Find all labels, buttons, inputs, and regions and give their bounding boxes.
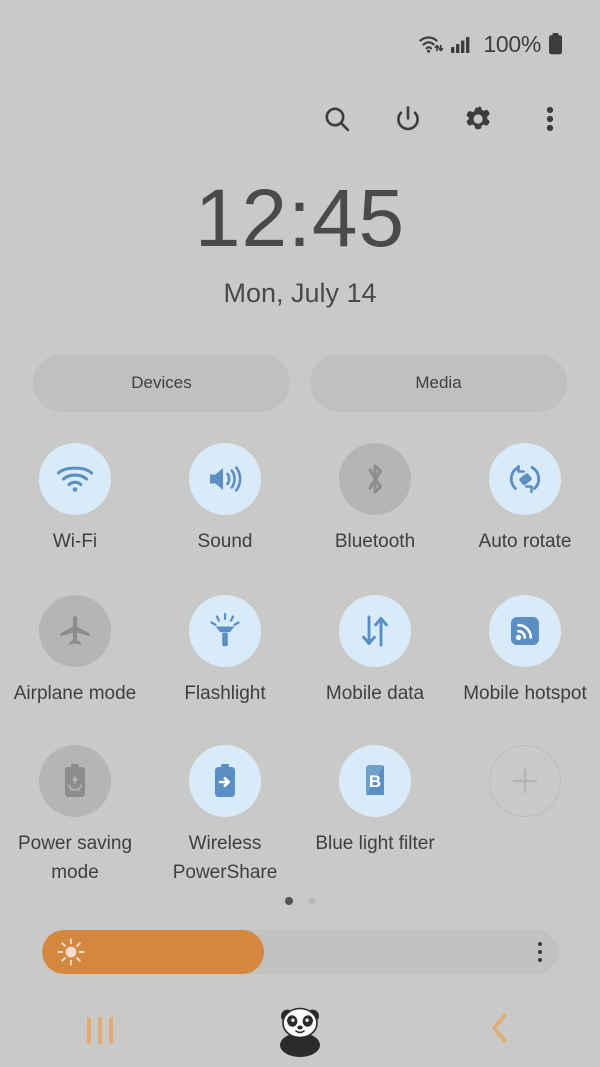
power-icon[interactable] <box>391 102 425 136</box>
toggle-wireless-powershare[interactable]: Wireless PowerShare <box>150 745 300 895</box>
bluetooth-icon[interactable] <box>339 443 411 515</box>
toggle-label: Wi-Fi <box>52 531 98 552</box>
recents-button[interactable] <box>0 1016 200 1044</box>
power-saving-icon[interactable] <box>39 745 111 817</box>
toggle-label: Blue light filter <box>315 833 435 854</box>
toggle-row-2: Airplane mode Flashlight Mobile data Mob… <box>0 595 600 745</box>
toggle-label: Airplane mode <box>13 683 137 704</box>
toggle-label: Flashlight <box>184 683 266 704</box>
quick-toggle-grid: Wi-Fi Sound Bluetooth Auto rotate Airpla… <box>0 443 600 895</box>
toggle-bluetooth[interactable]: Bluetooth <box>300 443 450 595</box>
svg-text:B: B <box>369 772 381 791</box>
navigation-bar <box>0 993 600 1067</box>
action-icon-row <box>0 88 600 150</box>
more-options-icon[interactable] <box>533 102 567 136</box>
flashlight-icon[interactable] <box>189 595 261 667</box>
clock-block[interactable]: 12:45 Mon, July 14 <box>0 176 600 310</box>
sound-icon[interactable] <box>189 443 261 515</box>
brightness-sun-icon <box>56 937 86 967</box>
toggle-label: Mobile data <box>325 683 425 704</box>
toggle-flashlight[interactable]: Flashlight <box>150 595 300 745</box>
blue-light-filter-icon[interactable]: B <box>339 745 411 817</box>
toggle-label: Power saving mode <box>17 833 133 883</box>
toggle-mobile-hotspot[interactable]: Mobile hotspot <box>450 595 600 745</box>
panda-home-icon <box>269 997 331 1064</box>
airplane-icon[interactable] <box>39 595 111 667</box>
toggle-auto-rotate[interactable]: Auto rotate <box>450 443 600 595</box>
settings-icon[interactable] <box>462 102 496 136</box>
back-icon <box>486 1011 514 1050</box>
toggle-airplane-mode[interactable]: Airplane mode <box>0 595 150 745</box>
toggle-row-1: Wi-Fi Sound Bluetooth Auto rotate <box>0 443 600 595</box>
add-button-icon[interactable] <box>489 745 561 817</box>
toggle-label: Bluetooth <box>334 531 416 552</box>
toggle-wifi[interactable]: Wi-Fi <box>0 443 150 595</box>
clock-time: 12:45 <box>194 173 406 264</box>
mobile-data-icon[interactable] <box>339 595 411 667</box>
media-button[interactable]: Media <box>310 354 567 412</box>
toggle-label: Mobile hotspot <box>463 683 587 704</box>
toggle-power-saving-mode[interactable]: Power saving mode <box>0 745 150 895</box>
toggle-label: Sound <box>197 531 253 552</box>
brightness-options-icon[interactable] <box>538 930 542 974</box>
quick-settings-panel: 100% 12:45 Mon, July 14 Devices Media Wi… <box>0 0 600 1067</box>
toggle-sound[interactable]: Sound <box>150 443 300 595</box>
back-button[interactable] <box>400 1011 600 1050</box>
toggle-mobile-data[interactable]: Mobile data <box>300 595 450 745</box>
home-button[interactable] <box>200 997 400 1064</box>
recents-icon <box>87 1016 113 1044</box>
mobile-hotspot-icon[interactable] <box>489 595 561 667</box>
wifi-icon[interactable] <box>39 443 111 515</box>
toggle-blue-light-filter[interactable]: B Blue light filter <box>300 745 450 895</box>
page-dot-active[interactable] <box>284 897 293 905</box>
wifi-data-icon <box>418 33 444 55</box>
page-indicator <box>0 897 600 905</box>
auto-rotate-icon[interactable] <box>489 443 561 515</box>
devices-button[interactable]: Devices <box>33 354 290 412</box>
wireless-powershare-icon[interactable] <box>189 745 261 817</box>
clock-date: Mon, July 14 <box>223 278 377 308</box>
toggle-label: Wireless PowerShare <box>172 833 278 883</box>
page-dot-inactive[interactable] <box>307 897 316 905</box>
battery-percent-label: 100% <box>483 30 541 57</box>
toggle-label: Auto rotate <box>478 531 572 552</box>
brightness-slider[interactable] <box>42 930 558 974</box>
devices-media-row: Devices Media <box>33 354 567 412</box>
search-icon[interactable] <box>320 102 354 136</box>
toggle-add-button[interactable] <box>450 745 600 895</box>
toggle-row-3: Power saving mode Wireless PowerShare B … <box>0 745 600 895</box>
battery-full-icon <box>547 32 564 56</box>
cellular-signal-icon <box>450 33 472 55</box>
status-bar: 100% <box>0 0 600 88</box>
